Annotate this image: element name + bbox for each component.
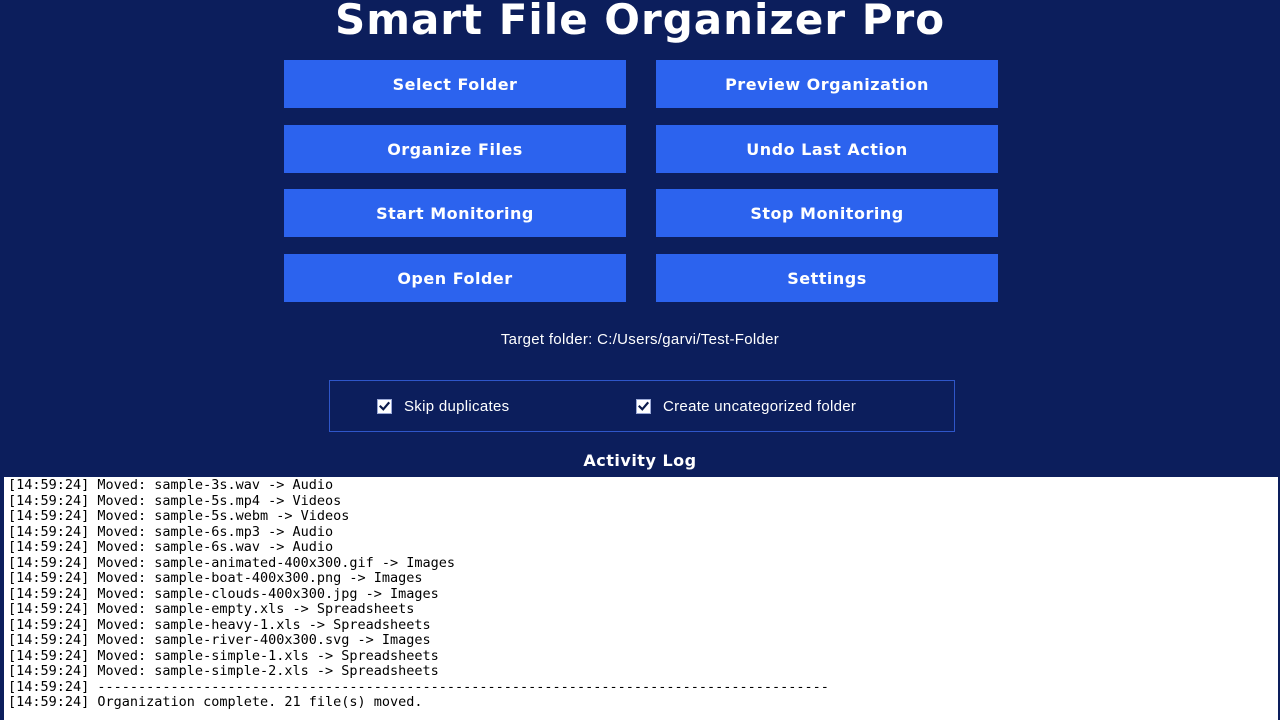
activity-log[interactable]: [14:59:24] Moved: sample-3s.wav -> Audio… [4,477,1278,720]
log-line: [14:59:24] Moved: sample-simple-1.xls ->… [8,647,439,664]
log-line: [14:59:24] Moved: sample-heavy-1.xls -> … [8,616,431,633]
target-folder-label: Target folder: C:/Users/garvi/Test-Folde… [500,331,780,348]
stop-monitoring-button[interactable]: Stop Monitoring [656,189,998,237]
log-line: [14:59:24] Moved: sample-clouds-400x300.… [8,585,439,602]
create-uncategorized-option[interactable]: Create uncategorized folder [636,398,856,415]
log-line: [14:59:24] Moved: sample-6s.mp3 -> Audio [8,523,334,540]
log-line: [14:59:24] Moved: sample-3s.wav -> Audio [8,477,334,493]
log-line: [14:59:24] Moved: sample-simple-2.xls ->… [8,663,439,679]
log-line: [14:59:24] Moved: sample-animated-400x30… [8,554,456,571]
app-title: Smart File Organizer Pro [334,0,946,44]
preview-organization-button[interactable]: Preview Organization [656,60,998,108]
start-monitoring-button[interactable]: Start Monitoring [284,189,626,237]
log-separator: [14:59:24] -----------------------------… [8,678,829,695]
open-folder-button[interactable]: Open Folder [284,254,626,302]
app-window: Smart File Organizer Pro Select Folder P… [0,0,1280,720]
log-line: [14:59:24] Moved: sample-6s.wav -> Audio [8,539,334,555]
skip-duplicates-option[interactable]: Skip duplicates [377,398,509,415]
create-uncategorized-label: Create uncategorized folder [663,398,857,415]
log-line: [14:59:24] Moved: sample-empty.xls -> Sp… [8,601,415,617]
log-line: [14:59:24] Organization complete. 21 fil… [8,694,423,710]
log-line: [14:59:24] Moved: sample-boat-400x300.pn… [8,570,423,586]
checkmark-icon [379,401,390,411]
log-line: [14:59:24] Moved: sample-5s.mp4 -> Video… [8,492,342,509]
checkmark-icon [638,401,649,411]
create-uncategorized-checkbox[interactable] [636,399,651,414]
options-panel: Skip duplicates Create uncategorized fol… [329,380,955,432]
log-line: [14:59:24] Moved: sample-river-400x300.s… [8,632,431,648]
log-line: [14:59:24] Moved: sample-5s.webm -> Vide… [8,508,350,524]
activity-log-title: Activity Log [583,451,697,470]
skip-duplicates-checkbox[interactable] [377,399,392,414]
settings-button[interactable]: Settings [656,254,998,302]
select-folder-button[interactable]: Select Folder [284,60,626,108]
undo-last-action-button[interactable]: Undo Last Action [656,125,998,173]
organize-files-button[interactable]: Organize Files [284,125,626,173]
skip-duplicates-label: Skip duplicates [404,398,510,415]
